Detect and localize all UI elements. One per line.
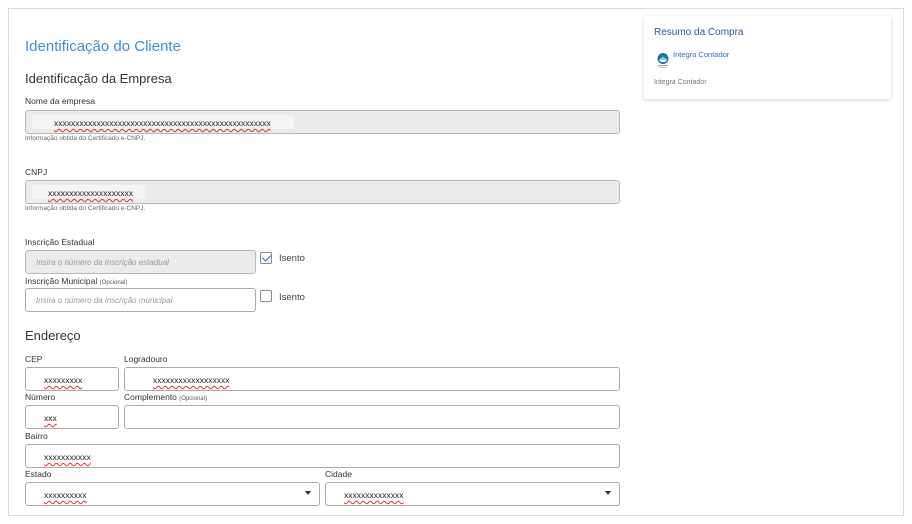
company-name-label: Nome da empresa [25,96,95,106]
street-input[interactable]: xxxxxxxxxxxxxxxxxx [124,367,620,391]
state-registration-placeholder: Insira o número da inscrição estadual [36,258,169,267]
chevron-down-icon [605,491,611,495]
cep-input[interactable]: xxxxxxxxx [25,367,119,391]
company-section-title: Identificação da Empresa [25,71,172,86]
integra-contador-logo-icon [657,53,669,68]
municipal-registration-exempt-checkbox[interactable] [260,290,272,302]
state-registration-exempt-checkbox[interactable] [260,252,272,264]
state-value: xxxxxxxxxx [44,490,87,500]
city-value: xxxxxxxxxxxxxx [344,490,404,500]
state-label: Estado [25,469,52,479]
address-section-title: Endereço [25,328,81,343]
district-input[interactable]: xxxxxxxxxxx [25,444,620,468]
street-label: Logradouro [124,354,168,364]
city-label: Cidade [325,469,352,479]
company-name-help: Informação obtida do Certificado e-CNPJ. [25,135,146,142]
municipal-registration-input[interactable]: Insira o número da inscrição municipal [25,288,256,312]
municipal-registration-exempt-label: Isento [279,292,305,303]
number-value: xxx [44,413,57,423]
city-select[interactable]: xxxxxxxxxxxxxx [325,482,620,506]
municipal-registration-placeholder: Insira o número da inscrição municipal [36,296,173,305]
state-registration-exempt-label: Isento [279,253,305,264]
purchase-summary-title: Resumo da Compra [654,27,744,38]
cnpj-value: xxxxxxxxxxxxxxxxxxxx [48,188,133,198]
municipal-registration-label-text: Inscrição Municipal [25,276,98,286]
district-value: xxxxxxxxxxx [44,452,91,462]
optional-tag: (Opcional) [99,280,128,286]
state-select[interactable]: xxxxxxxxxx [25,482,320,506]
purchase-summary-card: Resumo da Compra Integra Contador Integr… [644,16,891,99]
product-name: Integra Contador [654,79,707,86]
complement-label: Complemento (Opcional) [124,392,207,402]
cnpj-help: Informação obtida do Certificado e-CNPJ. [25,205,146,212]
number-input[interactable]: xxx [25,405,119,429]
district-label: Bairro [25,431,48,441]
municipal-registration-label: Inscrição Municipal (Opcional) [25,276,127,286]
street-value: xxxxxxxxxxxxxxxxxx [153,375,230,385]
cep-value: xxxxxxxxx [44,375,83,385]
cnpj-label: CNPJ [25,167,48,177]
cep-label: CEP [25,354,43,364]
chevron-down-icon [305,491,311,495]
cnpj-field[interactable]: xxxxxxxxxxxxxxxxxxxx [25,180,620,204]
state-registration-label: Inscrição Estadual [25,237,95,247]
company-name-field[interactable]: xxxxxxxxxxxxxxxxxxxxxxxxxxxxxxxxxxxxxxxx… [25,110,620,134]
optional-tag: (Opcional) [179,396,207,402]
complement-input[interactable] [124,405,620,429]
company-name-value: xxxxxxxxxxxxxxxxxxxxxxxxxxxxxxxxxxxxxxxx… [54,118,271,128]
state-registration-input[interactable]: Insira o número da inscrição estadual [25,250,256,274]
product-link[interactable]: Integra Contador [673,50,729,59]
page-title: Identificação do Cliente [25,38,181,55]
complement-label-text: Complemento [124,392,177,402]
number-label: Número [25,392,56,402]
